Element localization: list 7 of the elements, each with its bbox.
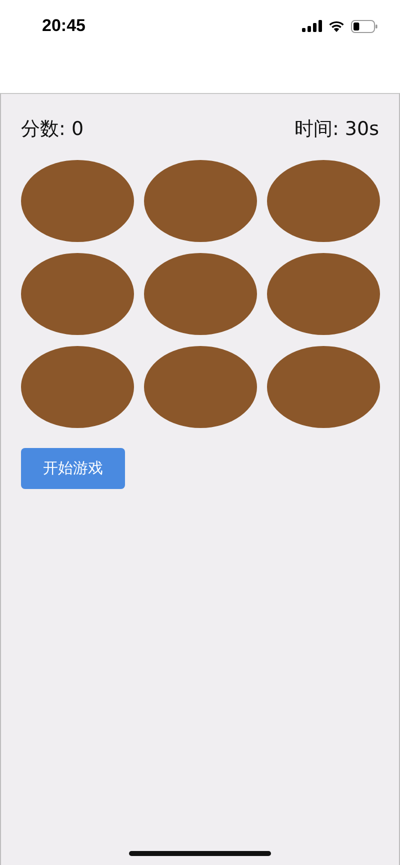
status-time: 20:45 bbox=[42, 16, 86, 36]
wifi-icon bbox=[328, 20, 345, 32]
timer-label: 时间: 30s bbox=[294, 117, 379, 142]
start-button[interactable]: 开始游戏 bbox=[21, 448, 125, 489]
battery-icon bbox=[351, 20, 378, 32]
score-label: 分数: 0 bbox=[21, 117, 84, 142]
signal-icon bbox=[302, 20, 322, 32]
